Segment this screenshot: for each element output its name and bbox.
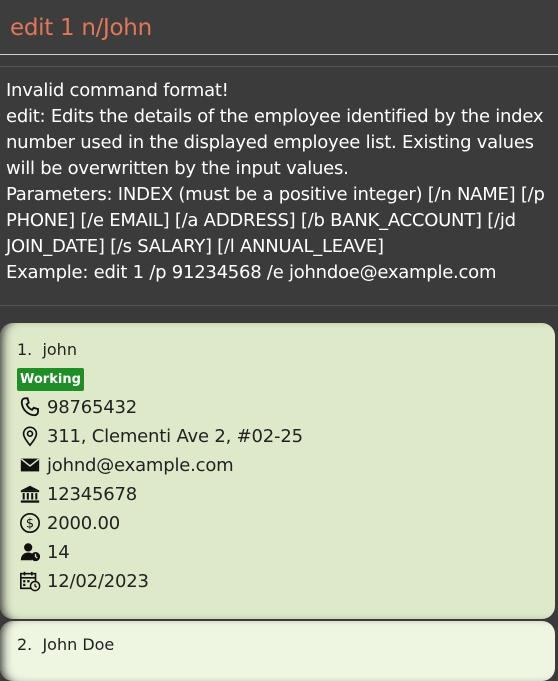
address-value: 311, Clementi Ave 2, #02-25 [47, 425, 303, 447]
command-input[interactable]: edit 1 n/John [10, 15, 152, 41]
employee-card[interactable]: 2. John Doe [0, 621, 555, 681]
mail-icon [17, 452, 42, 478]
bank-account-value: 12345678 [47, 483, 138, 505]
salary-field: $ 2000.00 [17, 510, 120, 536]
email-field: johnd@example.com [17, 452, 234, 478]
employee-name: john [42, 340, 77, 359]
join-date-field: 12/02/2023 [17, 568, 149, 594]
calendar-icon [17, 568, 42, 594]
join-date-value: 12/02/2023 [47, 570, 149, 592]
result-text: Invalid command format! edit: Edits the … [6, 80, 545, 283]
annual-leave-value: 14 [47, 541, 70, 563]
bank-account-field: 12345678 [17, 481, 137, 507]
location-icon [17, 423, 42, 449]
command-box[interactable]: edit 1 n/John [0, 0, 558, 55]
employee-name: John Doe [42, 635, 115, 654]
address-field: 311, Clementi Ave 2, #02-25 [17, 423, 303, 449]
phone-field: 98765432 [17, 394, 137, 420]
annual-leave-field: 14 [17, 539, 70, 565]
employee-header: 2. John Doe [17, 635, 114, 654]
phone-value: 98765432 [47, 396, 138, 418]
email-value: johnd@example.com [47, 454, 234, 476]
employee-index: 1. [17, 340, 33, 359]
leave-icon [17, 539, 42, 565]
employee-index: 2. [17, 635, 33, 654]
bank-icon [17, 481, 42, 507]
dollar-icon: $ [17, 510, 42, 536]
svg-text:$: $ [25, 517, 33, 532]
employee-header: 1. john [17, 340, 77, 359]
salary-value: 2000.00 [47, 512, 121, 534]
result-display: Invalid command format! edit: Edits the … [0, 66, 558, 306]
status-badge: Working [17, 368, 84, 391]
phone-icon [17, 394, 42, 420]
employee-card[interactable]: 1. john Working 98765432 311, Clementi A… [0, 323, 555, 619]
employee-list[interactable]: 1. john Working 98765432 311, Clementi A… [0, 314, 558, 681]
